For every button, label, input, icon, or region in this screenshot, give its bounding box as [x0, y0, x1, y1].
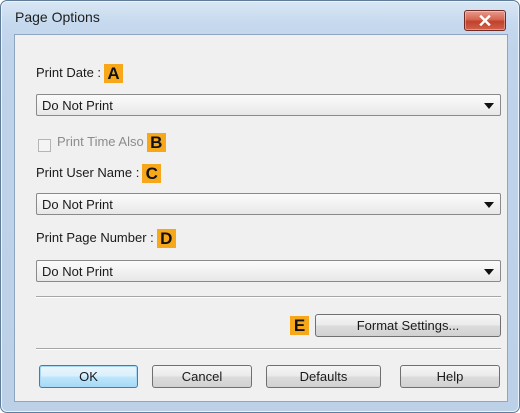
dialog-body: Print Date :A Do Not Print Print Time Al… [14, 34, 508, 402]
title-bar[interactable]: Page Options [1, 1, 519, 33]
callout-tag-c: C [142, 164, 162, 183]
defaults-button[interactable]: Defaults [266, 365, 381, 388]
callout-tag-d: D [156, 229, 176, 248]
print-time-also-label: Print Time Also [57, 133, 144, 149]
callout-tag-e: E [290, 316, 309, 335]
print-user-name-label-row: Print User Name :C [36, 164, 162, 183]
page-options-dialog: Page Options Print Date :A Do Not Print … [0, 0, 520, 413]
print-page-number-select[interactable]: Do Not Print [36, 260, 501, 282]
chevron-down-icon [484, 202, 494, 208]
format-settings-button[interactable]: Format Settings... [315, 314, 501, 337]
print-date-select[interactable]: Do Not Print [36, 94, 501, 116]
print-page-number-label-row: Print Page Number :D [36, 229, 176, 248]
print-date-label: Print Date : [36, 64, 102, 80]
print-user-name-select[interactable]: Do Not Print [36, 193, 501, 215]
print-time-also-checkbox[interactable] [38, 139, 51, 152]
print-page-number-label: Print Page Number : [36, 229, 154, 245]
print-date-value: Do Not Print [42, 98, 113, 113]
print-date-label-row: Print Date :A [36, 64, 124, 83]
dialog-title: Page Options [15, 9, 100, 25]
separator-top [36, 296, 501, 298]
callout-tag-b: B [146, 133, 166, 152]
chevron-down-icon [484, 269, 494, 275]
callout-tag-a: A [104, 64, 124, 83]
separator-bottom [36, 348, 501, 350]
print-user-name-value: Do Not Print [42, 197, 113, 212]
cancel-button[interactable]: Cancel [152, 365, 252, 388]
print-time-also-row: Print Time Also B [57, 133, 166, 152]
help-button[interactable]: Help [400, 365, 500, 388]
print-user-name-label: Print User Name : [36, 164, 140, 180]
ok-button[interactable]: OK [39, 365, 138, 388]
close-button[interactable] [464, 10, 506, 31]
close-icon [479, 15, 491, 26]
print-page-number-value: Do Not Print [42, 264, 113, 279]
chevron-down-icon [484, 103, 494, 109]
